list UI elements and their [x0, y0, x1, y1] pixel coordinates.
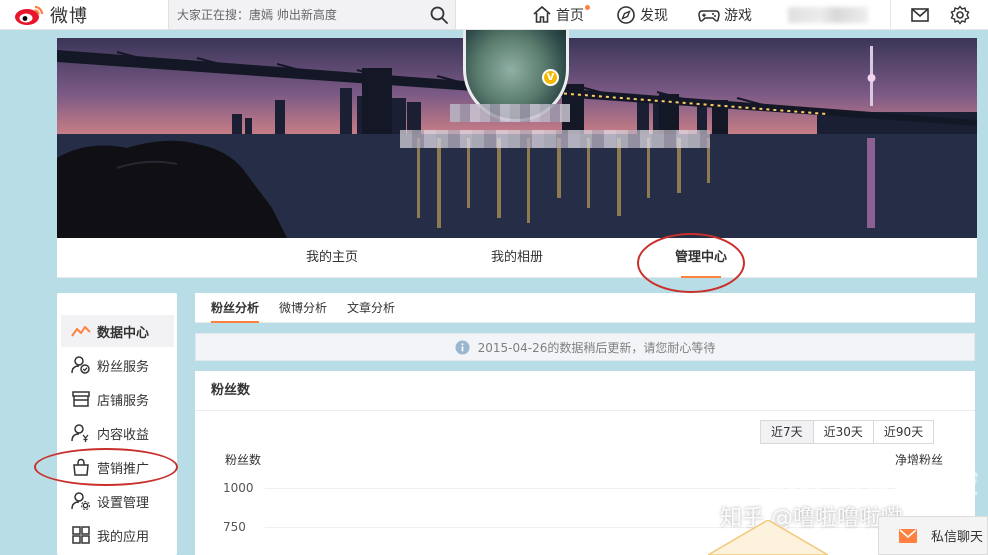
weibo-eye-icon — [15, 5, 44, 25]
nav-home-label: 首页 — [556, 8, 584, 24]
fans-service-icon — [71, 356, 90, 374]
sidebar-item-label: 粉丝服务 — [97, 359, 150, 375]
nav-games-label: 游戏 — [724, 8, 752, 24]
sidebar-item-marketing-promotion[interactable]: 营销推广 — [61, 451, 174, 483]
sidebar-item-label: 店铺服务 — [97, 393, 150, 409]
bag-icon — [73, 458, 89, 476]
range-7-days-button[interactable]: 近7天 — [761, 421, 813, 443]
y-tick-label: 1000 — [223, 481, 254, 495]
baidu-jingyan-watermark: Bai du 经验 — [758, 461, 980, 502]
logo-text: 微博 — [50, 6, 88, 27]
nav-games[interactable]: 游戏 — [698, 4, 752, 26]
nav-home[interactable]: 首页 — [532, 4, 590, 26]
chat-label: 私信聊天 — [931, 530, 984, 545]
sidebar-item-label: 数据中心 — [97, 325, 150, 341]
user-name-blurred[interactable] — [788, 7, 868, 23]
sidebar-item-data-center[interactable]: 数据中心 — [61, 315, 174, 347]
notification-dot — [585, 5, 590, 10]
sidebar-item-settings[interactable]: 设置管理 — [61, 485, 174, 517]
profile-bio-mosaic — [400, 130, 710, 148]
gear-icon[interactable] — [950, 5, 970, 25]
analysis-subtabs: 粉丝分析 微博分析 文章分析 — [195, 293, 975, 323]
topbar-divider — [890, 0, 891, 30]
sidebar-item-my-apps[interactable]: 我的应用 — [61, 519, 174, 551]
nav-discover-label: 发现 — [640, 8, 668, 24]
range-90-days-button[interactable]: 近90天 — [872, 421, 934, 443]
sidebar-item-label: 设置管理 — [97, 495, 150, 511]
gamepad-icon — [698, 10, 720, 22]
search-input[interactable] — [177, 6, 425, 24]
sidebar-item-label: 营销推广 — [97, 461, 150, 477]
sidebar-item-store-service[interactable]: 店铺服务 — [61, 383, 174, 415]
mascot-decoration — [708, 520, 828, 555]
nav-discover[interactable]: 发现 — [616, 4, 668, 26]
store-icon — [72, 391, 90, 407]
private-chat-button[interactable]: 私信聊天 — [878, 516, 988, 555]
tab-management-center[interactable]: 管理中心 — [651, 238, 751, 278]
date-range-selector: 近7天 近30天 近90天 — [760, 420, 935, 444]
verified-v-icon: V — [542, 69, 559, 86]
data-update-notice: 2015-04-26的数据稍后更新，请您耐心等待 — [195, 333, 975, 361]
content-revenue-icon — [71, 424, 89, 442]
compass-icon — [617, 6, 635, 24]
search-icon[interactable] — [429, 5, 449, 25]
notice-text: 2015-04-26的数据稍后更新，请您耐心等待 — [477, 340, 716, 355]
mail-icon[interactable] — [910, 5, 930, 25]
subtab-weibo-analysis[interactable]: 微博分析 — [279, 293, 327, 323]
info-icon — [455, 340, 470, 354]
tab-my-home[interactable]: 我的主页 — [282, 238, 382, 278]
tab-my-album[interactable]: 我的相册 — [467, 238, 567, 278]
sidebar-item-label: 内容收益 — [97, 427, 150, 443]
weibo-logo[interactable]: 微博 — [14, 3, 88, 27]
apps-grid-icon — [72, 526, 90, 544]
y-tick-label: 750 — [223, 520, 246, 534]
management-sidebar: 数据中心 粉丝服务 店铺服务 内容收益 营销推广 设置管理 我的应用 — [57, 293, 177, 555]
user-settings-icon — [71, 492, 90, 510]
card-title: 粉丝数 — [195, 371, 975, 411]
subtab-article-analysis[interactable]: 文章分析 — [347, 293, 395, 323]
home-icon — [533, 5, 551, 23]
sidebar-item-fans-service[interactable]: 粉丝服务 — [61, 349, 174, 381]
search-box — [168, 0, 456, 30]
sidebar-item-content-revenue[interactable]: 内容收益 — [61, 417, 174, 449]
left-axis-label: 粉丝数 — [225, 453, 262, 467]
trend-chart-icon — [71, 326, 91, 337]
top-nav-bar: 微博 首页 发现 游戏 — [0, 0, 988, 30]
range-30-days-button[interactable]: 近30天 — [812, 421, 873, 443]
subtab-fans-analysis[interactable]: 粉丝分析 — [211, 293, 260, 323]
sidebar-item-label: 我的应用 — [97, 529, 150, 545]
profile-tab-bar: 我的主页 我的相册 管理中心 — [57, 238, 977, 278]
envelope-icon — [899, 528, 917, 543]
profile-name-mosaic — [450, 104, 570, 122]
